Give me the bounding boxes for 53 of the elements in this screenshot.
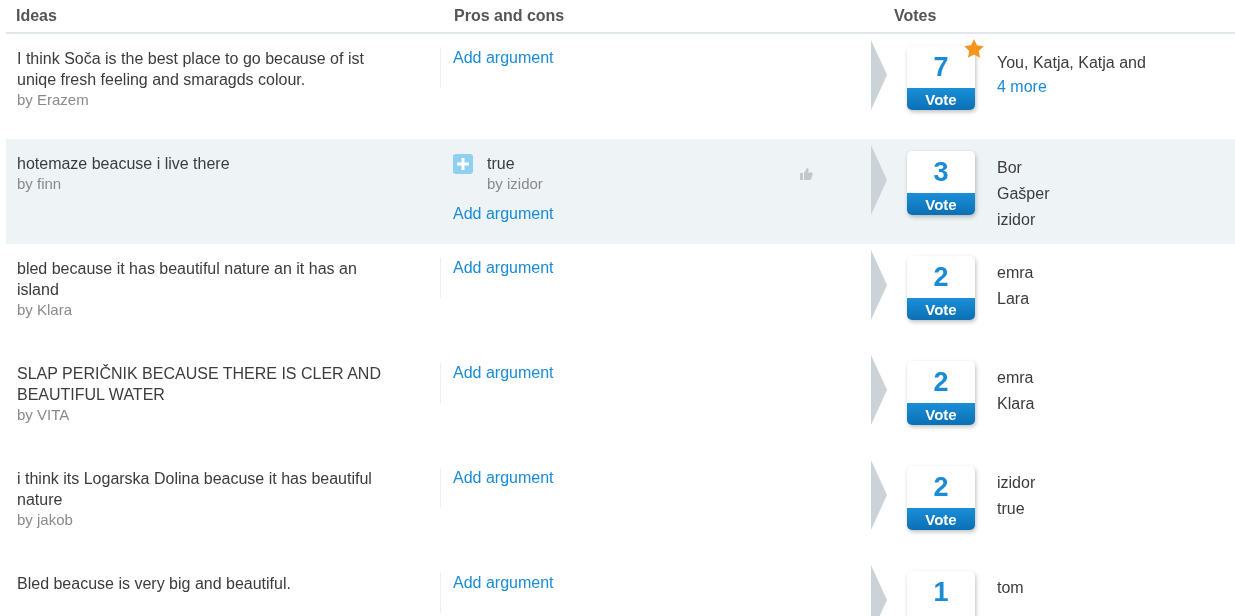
chevron-icon	[871, 145, 887, 215]
add-argument-link[interactable]: Add argument	[453, 48, 554, 68]
plus-icon	[453, 154, 473, 174]
add-argument-link[interactable]: Add argument	[453, 204, 554, 224]
chevron-icon	[871, 460, 887, 530]
voter-name: izidor	[997, 473, 1036, 493]
author-label: by VITA	[17, 405, 71, 425]
voter-name: emra	[997, 263, 1034, 283]
voter-name: Lara	[997, 289, 1031, 309]
voter-name: tom	[997, 578, 1024, 598]
add-argument-link[interactable]: Add argument	[453, 258, 554, 278]
idea-text: hotemaze beacuse i live there	[17, 154, 231, 174]
vote-count: 1	[932, 576, 950, 609]
author-label: by Klara	[17, 300, 74, 320]
vote-button[interactable]: Vote	[907, 88, 975, 110]
column-header: Votes	[894, 7, 937, 25]
chevron-icon	[871, 40, 887, 110]
idea-text: Bled beacuse is very big and beautiful.	[17, 574, 292, 594]
vote-count: 7	[932, 51, 950, 84]
idea-text: SLAP PERIČNIK BECAUSE THERE IS CLER AND BEAUTIFUL WATER	[17, 363, 382, 405]
vote-count: 2	[932, 366, 950, 399]
voter-name: izidor	[997, 210, 1037, 230]
chevron-icon	[871, 250, 887, 320]
argument-text: true	[487, 154, 516, 174]
voter-name: Klara	[997, 394, 1035, 414]
voter-name: Gašper	[997, 184, 1050, 204]
chevron-icon	[871, 565, 887, 616]
add-argument-link[interactable]: Add argument	[453, 573, 554, 593]
vote-count: 3	[932, 156, 950, 189]
vote-button[interactable]: Vote	[907, 193, 975, 215]
vote-count: 2	[932, 471, 950, 504]
vote-count: 2	[932, 261, 950, 294]
column-header: Pros and cons	[454, 7, 566, 25]
column-header: Ideas	[15, 7, 58, 25]
voter-name: You, Katja, Katja and	[997, 53, 1146, 73]
idea-text: bled because it has beautiful nature an it has an island	[17, 259, 358, 300]
idea-text: i think its Logarska Dolina beacuse it has beautiful nature	[17, 469, 373, 510]
author-label: by finn	[17, 174, 63, 194]
thumbs-up-icon[interactable]	[799, 167, 813, 181]
voter-name: emra	[997, 368, 1035, 388]
vote-button[interactable]: Vote	[907, 403, 975, 425]
idea-text: I think Soča is the best place to go because of ist uniqe fresh feeling and smaragds colour.	[17, 49, 365, 90]
author-label: by Erazem	[17, 90, 90, 110]
voter-name: Bor	[997, 158, 1023, 178]
more-voters-link[interactable]: 4 more	[997, 76, 1146, 98]
chevron-icon	[871, 355, 887, 425]
author-label: by jakob	[17, 510, 74, 530]
add-argument-link[interactable]: Add argument	[453, 468, 554, 488]
voter-name: true	[997, 499, 1026, 519]
add-argument-link[interactable]: Add argument	[453, 363, 554, 383]
vote-button[interactable]: Vote	[907, 508, 975, 530]
author-label: by izidor	[487, 174, 544, 194]
vote-button[interactable]: Vote	[907, 298, 975, 320]
